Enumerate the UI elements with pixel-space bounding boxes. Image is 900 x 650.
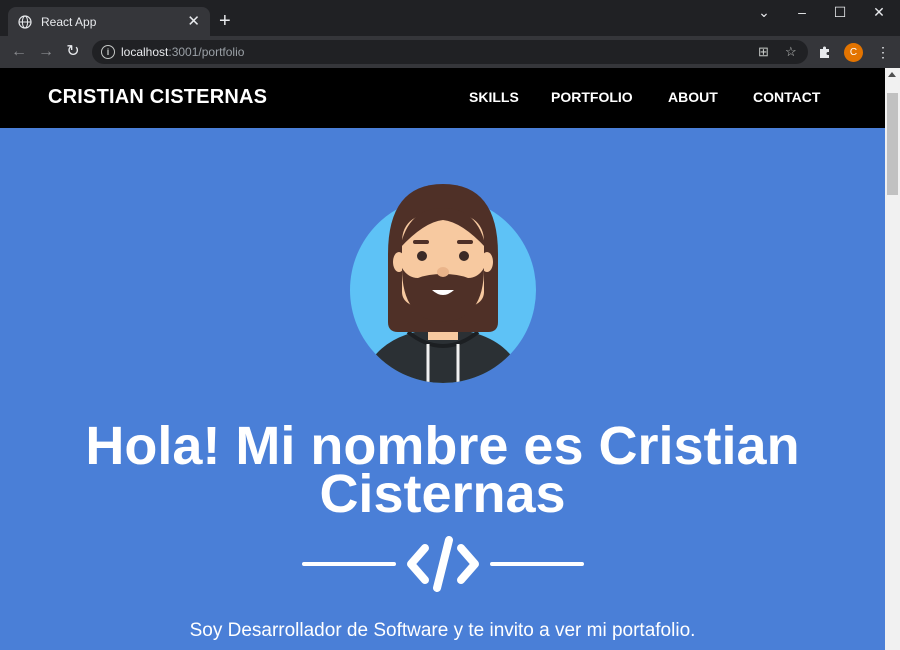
divider-left (302, 562, 396, 566)
site-navbar: CRISTIAN CISTERNAS SKILLS PORTFOLIO ABOU… (0, 68, 885, 128)
page-viewport: CRISTIAN CISTERNAS SKILLS PORTFOLIO ABOU… (0, 68, 885, 650)
divider-right (490, 562, 584, 566)
nav-link-skills[interactable]: SKILLS (469, 89, 519, 105)
hero-subtitle: Soy Desarrollador de Software y te invit… (189, 620, 696, 641)
forward-icon[interactable]: → (35, 41, 57, 63)
tab-search-icon[interactable]: ⌄ (744, 4, 784, 24)
nav-link-contact[interactable]: CONTACT (753, 89, 820, 105)
site-brand[interactable]: CRISTIAN CISTERNAS (48, 86, 267, 109)
avatar (350, 184, 536, 383)
profile-avatar[interactable]: C (844, 43, 863, 62)
code-icon (407, 536, 479, 592)
puzzle-icon[interactable] (818, 45, 832, 59)
reload-icon[interactable]: ↻ (62, 41, 84, 63)
scroll-up-icon[interactable] (888, 72, 896, 77)
nav-link-about[interactable]: ABOUT (668, 89, 718, 105)
maximize-button[interactable]: ☐ (820, 4, 860, 24)
back-icon[interactable]: ← (8, 41, 30, 63)
window-close-button[interactable]: ✕ (859, 4, 899, 24)
browser-toolbar: ← → ↻ i localhost:3001/portfolio ⊞ ☆ (0, 36, 900, 68)
star-icon[interactable]: ☆ (785, 44, 797, 60)
nav-link-portfolio[interactable]: PORTFOLIO (551, 89, 633, 105)
close-icon[interactable]: ✕ (187, 14, 200, 29)
tab-strip: React App ✕ + ⌄ – ☐ ✕ (0, 0, 900, 36)
address-bar[interactable]: i localhost:3001/portfolio ⊞ ☆ (92, 40, 808, 64)
minimize-button[interactable]: – (782, 4, 822, 24)
url-text[interactable]: localhost:3001/portfolio (121, 45, 244, 59)
menu-icon[interactable]: ⋮ (876, 43, 890, 61)
plus-icon[interactable]: + (219, 11, 231, 31)
info-icon[interactable]: i (101, 45, 115, 59)
scrollbar-thumb[interactable] (887, 93, 898, 195)
translate-icon[interactable]: ⊞ (758, 44, 769, 60)
globe-icon (18, 14, 32, 29)
tab-title: React App (41, 14, 97, 29)
hero-title: Hola! Mi nombre es Cristian Cisternas (85, 416, 800, 524)
browser-tab[interactable]: React App ✕ (8, 7, 210, 36)
